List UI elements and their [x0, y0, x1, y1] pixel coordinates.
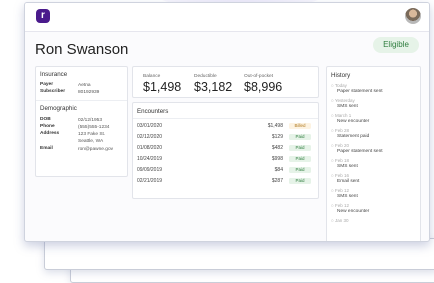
patient-name: Ron Swanson — [35, 41, 129, 58]
payer-value: Aetna — [78, 83, 91, 88]
history-date: ○ Today — [331, 83, 347, 88]
history-date: ○ Jan 30 — [331, 218, 349, 223]
balance-label: Balance — [143, 74, 161, 79]
encounter-amount: $129 — [271, 134, 283, 140]
subscriber-value: 80192939 — [78, 90, 100, 95]
patient-window: r Ron Swanson Eligible Insurance Payer A… — [24, 2, 430, 242]
history-event: SMS sent — [337, 104, 358, 109]
history-date: ○ March 1 — [331, 113, 352, 118]
history-date: ○ Feb 20 — [331, 143, 349, 148]
history-event: SMS sent — [337, 194, 358, 199]
deductible-label: Deductible — [194, 74, 217, 79]
out-of-pocket-value: $8,996 — [244, 80, 283, 94]
email-value[interactable]: ron@pawne.gov — [78, 146, 113, 153]
history-event: Paper statement sent — [337, 149, 383, 154]
app-bar: r — [25, 3, 429, 32]
encounter-status-badge: Paid — [289, 166, 311, 173]
history-event: New encounter — [337, 209, 370, 214]
history-date: ○ Feb 16 — [331, 173, 349, 178]
subscriber-label: Subscriber — [40, 89, 66, 94]
history-event: SMS sent — [337, 164, 358, 169]
encounter-amount: $998 — [271, 156, 283, 162]
balance-value: $1,498 — [143, 80, 182, 94]
history-title: History — [331, 72, 351, 79]
history-event: Paper statement sent — [337, 89, 383, 94]
encounter-status-badge: Paid — [289, 177, 311, 184]
phone-label: Phone — [40, 124, 55, 129]
encounter-status-badge: Paid — [289, 133, 311, 140]
encounter-amount: $287 — [271, 178, 283, 184]
encounter-date: 02/21/2019 — [137, 178, 163, 184]
encounter-status-badge: Paid — [289, 144, 311, 151]
encounter-amount: $482 — [271, 145, 283, 151]
eligibility-badge: Eligible — [373, 37, 419, 53]
balance-summary-card: Balance $1,498 Deductible $3,182 Out-of-… — [132, 66, 319, 98]
encounter-date: 10/24/2019 — [137, 156, 163, 162]
encounters-divider — [133, 118, 318, 119]
phone-value: (555)555-1234 — [78, 125, 110, 130]
history-card: History ○ Today Paper statement sent ○ Y… — [326, 66, 421, 241]
address-label: Address — [40, 131, 60, 136]
deductible-value: $3,182 — [194, 80, 233, 94]
app-logo-icon[interactable]: r — [36, 9, 50, 23]
patient-info-card: Insurance Payer Aetna Subscriber 8019293… — [35, 66, 128, 177]
background-window-middle — [44, 238, 434, 270]
encounter-date: 09/09/2019 — [137, 167, 163, 173]
encounter-date: 03/01/2020 — [137, 123, 163, 129]
user-avatar[interactable] — [405, 8, 421, 24]
history-date: ○ Yesterday — [331, 98, 355, 103]
payer-label: Payer — [40, 82, 54, 87]
history-date: ○ Feb 28 — [331, 128, 349, 133]
dob-value: 02/12/1953 — [78, 118, 103, 123]
insurance-title: Insurance — [40, 71, 68, 78]
encounter-date: 02/12/2020 — [137, 134, 163, 140]
out-of-pocket-label: Out-of-pocket — [244, 74, 274, 79]
dob-label: DOB — [40, 117, 51, 122]
history-event: Email sent — [337, 179, 360, 184]
history-date: ○ Feb 12 — [331, 203, 349, 208]
encounter-amount: $1,498 — [267, 123, 283, 129]
history-event: Statement paid — [337, 134, 370, 139]
encounter-status-badge: Paid — [289, 155, 311, 162]
encounter-status-badge: Billed — [289, 122, 311, 129]
history-date: ○ Feb 18 — [331, 158, 349, 163]
history-event: New encounter — [337, 119, 370, 124]
address-value: 123 Fake St. Seattle, WA — [78, 132, 106, 144]
encounters-card: Encounters 03/01/2020 $1,498 Billed 02/1… — [132, 102, 319, 199]
history-date: ○ Feb 12 — [331, 188, 349, 193]
encounters-title: Encounters — [137, 108, 169, 115]
demographic-title: Demographic — [40, 105, 77, 112]
email-label: Email — [40, 146, 53, 151]
encounter-date: 01/08/2020 — [137, 145, 163, 151]
section-divider — [36, 100, 127, 101]
encounter-amount: $84 — [274, 167, 283, 173]
